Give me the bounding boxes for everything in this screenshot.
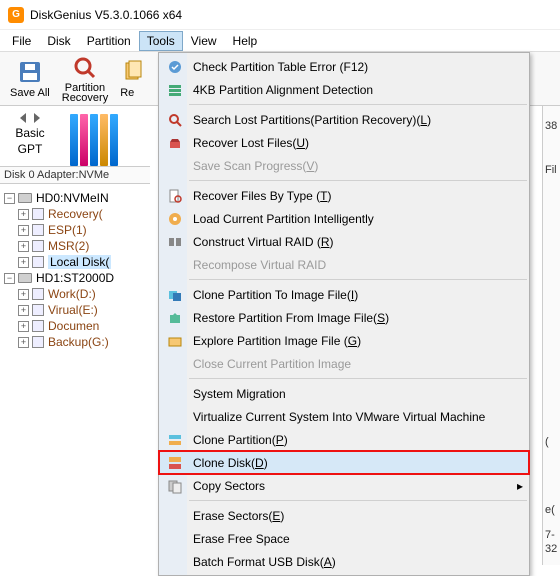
tools-dropdown: Check Partition Table Error (F12)4KB Par… [158, 52, 530, 576]
menu-item-16[interactable]: Clone Disk(D) [159, 451, 529, 474]
blank-icon [163, 552, 187, 572]
clonepart-icon [163, 430, 187, 450]
blank-icon [163, 156, 187, 176]
menu-item-1[interactable]: 4KB Partition Alignment Detection [159, 78, 529, 101]
menu-item-20[interactable]: Batch Format USB Disk(A) [159, 550, 529, 573]
menu-item-18[interactable]: Erase Sectors(E) [159, 504, 529, 527]
cloneimg-icon [163, 285, 187, 305]
right-edge-fragments: 38 Fil ( e( 7- 32 [542, 106, 560, 565]
arrow-right-icon[interactable] [31, 112, 43, 124]
menu-item-3[interactable]: Recover Lost Files(U) [159, 131, 529, 154]
menu-tools[interactable]: Tools [139, 31, 183, 51]
check-icon [163, 57, 187, 77]
menu-item-2[interactable]: Search Lost Partitions(Partition Recover… [159, 108, 529, 131]
save-all-button[interactable]: Save All [6, 56, 54, 101]
toolbar-partial-button[interactable]: Re [116, 56, 152, 101]
selected-tree-item[interactable]: Local Disk( [48, 255, 111, 269]
disk-info-line: Disk 0 Adapter:NVMe [0, 166, 150, 184]
align-icon [163, 80, 187, 100]
menu-view[interactable]: View [183, 31, 225, 51]
drive-icon [18, 193, 32, 203]
menu-item-19[interactable]: Erase Free Space [159, 527, 529, 550]
filetype-icon [163, 186, 187, 206]
menu-item-0[interactable]: Check Partition Table Error (F12) [159, 55, 529, 78]
blank-icon [163, 384, 187, 404]
titlebar: G DiskGenius V5.3.0.1066 x64 [0, 0, 560, 30]
gpt-label: GPT [18, 142, 43, 156]
load-icon [163, 209, 187, 229]
basic-label: Basic [15, 126, 44, 140]
expander-icon[interactable]: − [4, 193, 15, 204]
menu-item-9[interactable]: Clone Partition To Image File(I) [159, 283, 529, 306]
menu-item-17[interactable]: Copy Sectors▸ [159, 474, 529, 497]
raid-icon [163, 232, 187, 252]
recover-icon [163, 133, 187, 153]
menu-item-7[interactable]: Construct Virtual RAID (R) [159, 230, 529, 253]
menu-partition[interactable]: Partition [79, 31, 139, 51]
partition-bars[interactable] [66, 108, 122, 166]
disk-tree[interactable]: −HD0:NVMeIN +Recovery( +ESP(1) +MSR(2) +… [0, 184, 150, 565]
left-side-panel: Basic GPT [0, 106, 60, 166]
window-title: DiskGenius V5.3.0.1066 x64 [30, 8, 182, 22]
blank-icon [163, 354, 187, 374]
blank-icon [163, 407, 187, 427]
search-icon [163, 110, 187, 130]
copysec-icon [163, 476, 187, 496]
submenu-arrow-icon: ▸ [517, 479, 523, 493]
menu-item-4: Save Scan Progress(V) [159, 154, 529, 177]
menu-item-8: Recompose Virtual RAID [159, 253, 529, 276]
magnifier-icon [71, 54, 99, 82]
save-icon [16, 58, 44, 86]
arrow-left-icon[interactable] [17, 112, 29, 124]
menu-item-12: Close Current Partition Image [159, 352, 529, 375]
clonedisk-icon [163, 453, 187, 473]
menu-help[interactable]: Help [225, 31, 266, 51]
files-icon [120, 58, 148, 86]
blank-icon [163, 529, 187, 549]
blank-icon [163, 506, 187, 526]
explore-icon [163, 331, 187, 351]
menu-item-5[interactable]: Recover Files By Type (T) [159, 184, 529, 207]
app-icon: G [8, 7, 24, 23]
menu-item-14[interactable]: Virtualize Current System Into VMware Vi… [159, 405, 529, 428]
menu-item-10[interactable]: Restore Partition From Image File(S) [159, 306, 529, 329]
partition-recovery-button[interactable]: Partition Recovery [58, 52, 112, 105]
menu-item-11[interactable]: Explore Partition Image File (G) [159, 329, 529, 352]
restore-icon [163, 308, 187, 328]
menu-item-15[interactable]: Clone Partition(P) [159, 428, 529, 451]
menubar: File Disk Partition Tools View Help [0, 30, 560, 52]
blank-icon [163, 255, 187, 275]
menu-disk[interactable]: Disk [39, 31, 78, 51]
menu-file[interactable]: File [4, 31, 39, 51]
menu-item-6[interactable]: Load Current Partition Intelligently [159, 207, 529, 230]
nav-arrows[interactable] [17, 112, 43, 124]
menu-item-13[interactable]: System Migration [159, 382, 529, 405]
